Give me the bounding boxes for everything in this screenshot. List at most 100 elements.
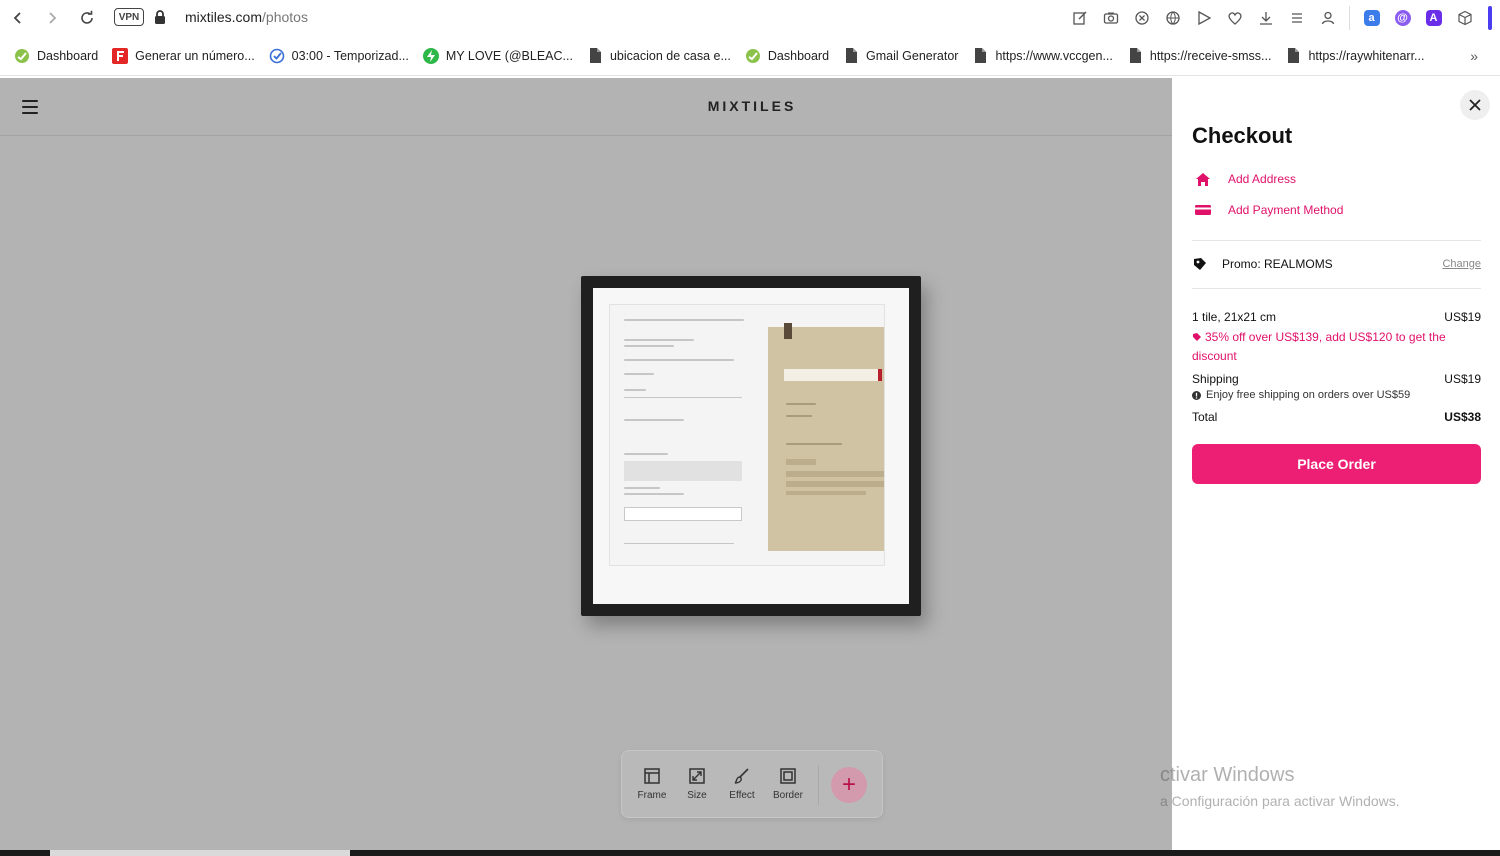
- file-icon: [972, 48, 988, 64]
- browser-toolbar: a @ A: [1064, 4, 1500, 32]
- extensions-cube-icon[interactable]: [1449, 4, 1480, 32]
- bookmark-label: Gmail Generator: [866, 48, 959, 63]
- size-tool-label: Size: [687, 790, 707, 801]
- bookmark-item[interactable]: 03:00 - Temporizad...: [269, 48, 409, 64]
- forward-arrow-icon: [49, 12, 57, 24]
- back-arrow-icon: [13, 12, 21, 24]
- swirl-extension-icon[interactable]: @: [1387, 4, 1418, 32]
- file-icon: [843, 48, 859, 64]
- vpn-globe-icon[interactable]: [1157, 4, 1188, 32]
- toolbar-divider: [818, 765, 819, 805]
- border-tool-label: Border: [772, 790, 803, 801]
- border-icon: [780, 768, 796, 784]
- lock-icon[interactable]: [153, 9, 167, 25]
- discount-note-text: 35% off over US$139, add US$120 to get t…: [1192, 330, 1446, 363]
- checkout-title: Checkout: [1192, 123, 1293, 148]
- credit-card-icon: [1192, 202, 1214, 218]
- bookmark-item[interactable]: Dashboard: [14, 48, 98, 64]
- checkout-panel: Checkout Add Address Add Payment Method …: [1172, 78, 1500, 850]
- bookmark-item[interactable]: Dashboard: [745, 48, 829, 64]
- dashboard-icon: [14, 48, 30, 64]
- file-icon: [587, 48, 603, 64]
- divider: [1192, 288, 1481, 289]
- promo-row: Promo: REALMOMS Change: [1192, 256, 1481, 272]
- photo-thumbnail-panel: [768, 327, 884, 551]
- brush-icon: [734, 768, 749, 784]
- promo-code-text: Promo: REALMOMS: [1222, 257, 1333, 271]
- bookmark-label: https://www.vccgen...: [995, 48, 1113, 63]
- download-icon[interactable]: [1250, 4, 1281, 32]
- total-row: Total US$38: [1192, 410, 1481, 424]
- forward-button[interactable]: [40, 6, 64, 30]
- tag-icon: [1192, 329, 1202, 347]
- bookmark-label: https://receive-smss...: [1149, 48, 1272, 63]
- frame-tool-button[interactable]: Frame: [632, 767, 672, 801]
- bookmark-item[interactable]: ubicacion de casa e...: [587, 48, 731, 64]
- heart-icon[interactable]: [1219, 4, 1250, 32]
- translate-extension-glyph: a: [1363, 10, 1380, 26]
- edit-icon[interactable]: [1064, 4, 1095, 32]
- close-checkout-button[interactable]: [1460, 90, 1490, 120]
- bookmark-item[interactable]: MY LOVE (@BLEAC...: [422, 47, 573, 64]
- watermark-title: ctivar Windows: [1160, 764, 1295, 786]
- swirl-glyph: @: [1394, 10, 1411, 26]
- item-label: 1 tile, 21x21 cm: [1192, 310, 1277, 324]
- bookmark-label: Dashboard: [37, 48, 99, 63]
- file-icon: [1285, 48, 1301, 64]
- bookmark-label: Generar un número...: [135, 48, 255, 63]
- plus-icon: +: [841, 771, 856, 798]
- bookmark-item[interactable]: Generar un número...: [112, 47, 255, 64]
- f-logo-icon: [112, 47, 129, 64]
- total-label: Total: [1192, 410, 1218, 424]
- total-price: US$38: [1444, 410, 1481, 424]
- camera-icon[interactable]: [1095, 4, 1126, 32]
- back-button[interactable]: [6, 6, 30, 30]
- add-payment-link[interactable]: Add Payment Method: [1192, 202, 1343, 218]
- translate-extension-icon[interactable]: a: [1356, 4, 1387, 32]
- dashboard-icon: [745, 48, 761, 64]
- a-extension-icon[interactable]: A: [1418, 4, 1449, 32]
- bookmark-label: MY LOVE (@BLEAC...: [445, 48, 573, 63]
- effect-tool-label: Effect: [729, 790, 755, 801]
- bookmark-item[interactable]: Gmail Generator: [843, 48, 958, 64]
- profile-icon[interactable]: [1312, 4, 1343, 32]
- menu-lines-icon[interactable]: [1281, 4, 1312, 32]
- framed-photo-tile[interactable]: [581, 276, 921, 616]
- item-price: US$19: [1444, 310, 1481, 324]
- edit-toolbar: Frame Size Effect Border +: [621, 750, 883, 818]
- price-tag-icon: [1192, 256, 1208, 272]
- add-payment-label: Add Payment Method: [1228, 203, 1344, 217]
- watermark-subtitle: a Configuración para activar Windows.: [1160, 793, 1400, 809]
- more-bookmarks-chevron-icon[interactable]: »: [1470, 48, 1478, 64]
- reload-button[interactable]: [75, 6, 99, 30]
- url-path: /photos: [262, 9, 308, 25]
- discount-note: 35% off over US$139, add US$120 to get t…: [1192, 328, 1481, 365]
- url-field[interactable]: mixtiles.com/photos: [185, 9, 308, 25]
- bookmark-label: ubicacion de casa e...: [609, 48, 731, 63]
- item-row: 1 tile, 21x21 cm US$19: [1192, 310, 1481, 324]
- shipping-row: Shipping US$19: [1192, 372, 1481, 386]
- taskbar-active-app[interactable]: [50, 850, 350, 856]
- effect-tool-button[interactable]: Effect: [722, 767, 762, 801]
- shipping-price: US$19: [1444, 372, 1481, 386]
- add-photo-button[interactable]: +: [831, 767, 867, 803]
- sidebar-indicator: [1488, 6, 1492, 30]
- bookmark-item[interactable]: https://www.vccgen...: [972, 48, 1113, 64]
- bookmark-label: 03:00 - Temporizad...: [291, 48, 409, 63]
- vpn-badge[interactable]: VPN: [114, 8, 144, 26]
- windows-activation-watermark: ctivar Windows a Configuración para acti…: [1160, 764, 1400, 809]
- toolbar-separator: [1349, 6, 1350, 30]
- place-order-button[interactable]: Place Order: [1192, 444, 1481, 484]
- shield-x-icon[interactable]: [1126, 4, 1157, 32]
- add-address-link[interactable]: Add Address: [1192, 171, 1296, 187]
- bolt-icon: [422, 47, 439, 64]
- size-tool-button[interactable]: Size: [677, 767, 717, 801]
- home-icon: [1192, 171, 1214, 187]
- send-icon[interactable]: [1188, 4, 1219, 32]
- close-icon: [1469, 99, 1481, 111]
- page-header: MIXTILES: [0, 78, 1172, 136]
- bookmark-item[interactable]: https://raywhitenarr...: [1285, 48, 1424, 64]
- bookmark-item[interactable]: https://receive-smss...: [1127, 48, 1272, 64]
- change-promo-link[interactable]: Change: [1442, 258, 1481, 270]
- border-tool-button[interactable]: Border: [768, 767, 808, 801]
